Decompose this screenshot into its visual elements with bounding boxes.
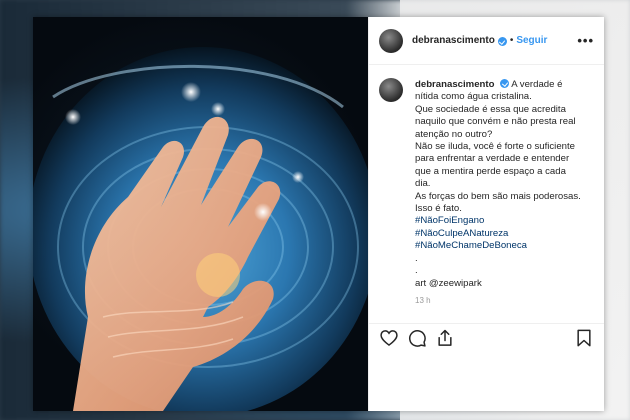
caption-line: que a mentira perde espaço a cada (415, 165, 566, 177)
bookmark-icon[interactable] (574, 328, 594, 348)
comment-icon[interactable] (407, 328, 427, 348)
post-image[interactable] (33, 17, 368, 411)
caption-dot: . (415, 252, 418, 264)
caption-line: dia. (415, 178, 431, 190)
heart-icon[interactable] (379, 328, 399, 348)
instagram-post-card: debranascimento • Seguir ••• debranascim… (33, 17, 604, 411)
caption-line: A verdade é (511, 79, 563, 90)
caption-avatar[interactable] (379, 78, 403, 102)
hashtag-link[interactable]: #NãoFoiEngano (415, 215, 581, 227)
post-header: debranascimento • Seguir ••• (369, 17, 604, 65)
post-side-panel: debranascimento • Seguir ••• debranascim… (368, 17, 604, 411)
action-bar (369, 323, 604, 351)
follow-button[interactable]: Seguir (516, 35, 547, 46)
more-options-icon[interactable]: ••• (577, 33, 594, 48)
share-icon[interactable] (435, 328, 455, 348)
hand-in-water-illustration (33, 47, 368, 411)
caption-line: Isso é fato. (415, 203, 462, 215)
caption-line: Que sociedade é essa que acredita (415, 103, 566, 115)
comments-area: debranascimento A verdade é nítida como … (369, 65, 604, 323)
caption-dot: . (415, 265, 418, 277)
caption: debranascimento A verdade é nítida como … (379, 78, 594, 290)
verified-badge-icon (497, 37, 507, 46)
verified-badge-icon (500, 79, 510, 88)
hashtag-link[interactable]: #NãoMeChameDeBoneca (415, 240, 581, 252)
caption-line: para enfrentar a verdade e entender (415, 153, 570, 165)
caption-line: As forças do bem são mais poderosas. (415, 190, 581, 202)
separator-dot: • (509, 35, 514, 46)
hashtag-link[interactable]: #NãoCulpeANatureza (415, 228, 581, 240)
caption-line: naquilo que convém e não presta real (415, 116, 576, 128)
caption-username[interactable]: debranascimento (415, 79, 494, 90)
caption-credit: art @zeewipark (415, 277, 482, 289)
avatar[interactable] (379, 28, 403, 53)
caption-line: Não se iluda, você é forte o suficiente (415, 141, 575, 153)
caption-line: atenção no outro? (415, 128, 493, 140)
post-username[interactable]: debranascimento (412, 35, 495, 46)
timestamp: 13 h (415, 295, 431, 305)
caption-line: nítida como água cristalina. (415, 91, 532, 103)
caption-text: debranascimento A verdade é nítida como … (415, 78, 581, 290)
